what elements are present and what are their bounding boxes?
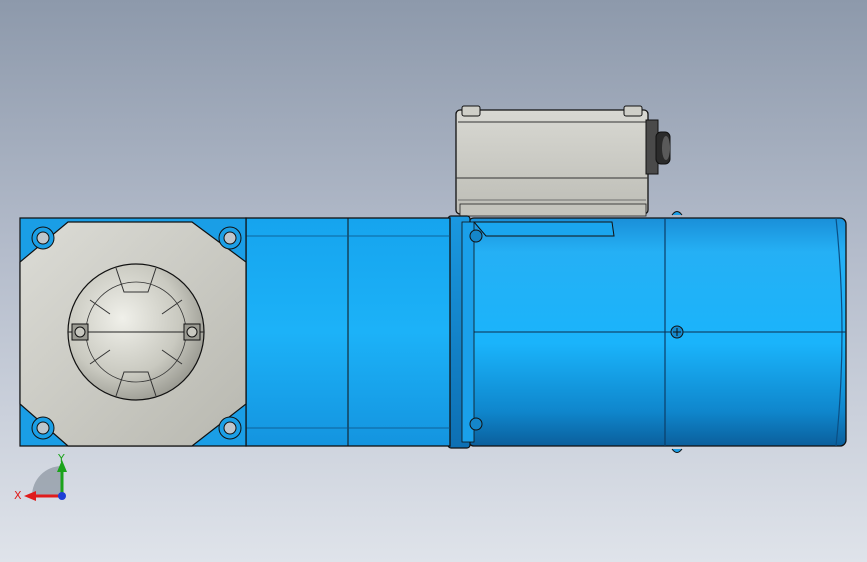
y-axis-label: Y	[57, 452, 65, 465]
graphics-viewport[interactable]: X Y	[0, 0, 867, 562]
coordinate-triad: X Y	[14, 452, 67, 502]
triad-plane-icon	[32, 466, 62, 496]
cable-gland[interactable]	[645, 119, 671, 175]
motor-housing[interactable]	[467, 211, 847, 453]
terminal-box[interactable]	[455, 105, 649, 217]
model-scene[interactable]: X Y	[0, 0, 867, 562]
output-shaft-hub[interactable]	[67, 263, 205, 401]
x-axis-label: X	[14, 489, 22, 502]
z-axis-dot	[58, 492, 66, 500]
gearbox-housing[interactable]	[245, 217, 451, 447]
